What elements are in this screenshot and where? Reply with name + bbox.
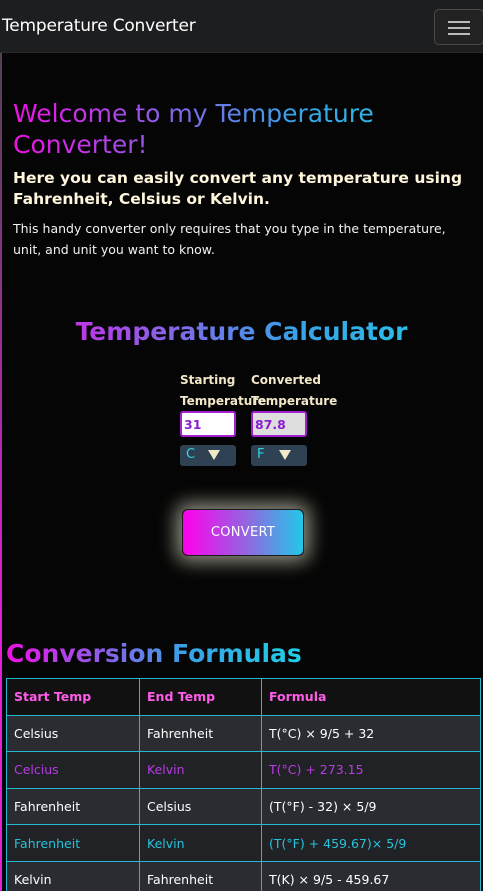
table-row: Celcius Kelvin T(°C) + 273.15 bbox=[6, 751, 481, 789]
calculator-title: Temperature Calculator bbox=[0, 317, 483, 346]
converted-unit-value: F bbox=[257, 447, 265, 462]
cell-start-temp: Fahrenheit bbox=[6, 824, 140, 862]
table-row: Kelvin Fahrenheit T(K) × 9/5 - 459.67 bbox=[6, 860, 481, 891]
cell-end-temp: Celsius bbox=[139, 787, 262, 826]
welcome-heading: Welcome to my Temperature Converter! bbox=[13, 98, 473, 160]
navbar: Temperature Converter bbox=[0, 0, 483, 53]
navbar-brand[interactable]: Temperature Converter bbox=[2, 16, 196, 36]
cell-start-temp: Celsius bbox=[6, 714, 140, 753]
convert-button[interactable]: CONVERT bbox=[182, 509, 304, 556]
menu-toggle-button[interactable] bbox=[434, 9, 483, 45]
hamburger-menu-icon bbox=[448, 21, 470, 23]
table-row: Fahrenheit Kelvin (T(°F) + 459.67)× 5/9 bbox=[6, 824, 481, 862]
starting-unit-select[interactable]: C bbox=[180, 445, 236, 466]
converted-temperature-output[interactable] bbox=[251, 411, 307, 437]
cell-formula: T(°C) × 9/5 + 32 bbox=[261, 714, 481, 753]
cell-end-temp: Kelvin bbox=[139, 751, 262, 789]
header-end-temp: End Temp bbox=[139, 678, 262, 716]
formulas-table: Start Temp End Temp Formula Celsius Fahr… bbox=[6, 678, 481, 891]
chevron-down-icon bbox=[279, 450, 291, 460]
cell-end-temp: Fahrenheit bbox=[139, 714, 262, 753]
cell-start-temp: Kelvin bbox=[6, 860, 140, 891]
cell-start-temp: Celcius bbox=[6, 751, 140, 789]
hamburger-menu-icon-bar bbox=[448, 33, 470, 35]
formulas-title: Conversion Formulas bbox=[6, 639, 302, 668]
starting-unit-value: C bbox=[186, 447, 196, 462]
welcome-subheading: Here you can easily convert any temperat… bbox=[13, 169, 463, 208]
cell-start-temp: Fahrenheit bbox=[6, 787, 140, 826]
cell-formula: T(K) × 9/5 - 459.67 bbox=[261, 860, 481, 891]
cell-formula: T(°C) + 273.15 bbox=[261, 751, 481, 789]
converted-unit-select[interactable]: F bbox=[251, 445, 307, 466]
hamburger-menu-icon-bar bbox=[448, 27, 470, 29]
converted-temperature-label: Converted Temperature bbox=[251, 373, 338, 408]
table-header-row: Start Temp End Temp Formula bbox=[6, 678, 481, 716]
table-row: Celsius Fahrenheit T(°C) × 9/5 + 32 bbox=[6, 714, 481, 753]
cell-end-temp: Kelvin bbox=[139, 824, 262, 862]
welcome-description: This handy converter only requires that … bbox=[13, 221, 446, 257]
page-edge-accent bbox=[0, 0, 2, 891]
cell-formula: (T(°F) - 32) × 5/9 bbox=[261, 787, 481, 826]
header-formula: Formula bbox=[261, 678, 481, 716]
header-start-temp: Start Temp bbox=[6, 678, 140, 716]
starting-temperature-input[interactable] bbox=[180, 411, 236, 437]
cell-end-temp: Fahrenheit bbox=[139, 860, 262, 891]
table-row: Fahrenheit Celsius (T(°F) - 32) × 5/9 bbox=[6, 787, 481, 826]
cell-formula: (T(°F) + 459.67)× 5/9 bbox=[261, 824, 481, 862]
chevron-down-icon bbox=[208, 450, 220, 460]
